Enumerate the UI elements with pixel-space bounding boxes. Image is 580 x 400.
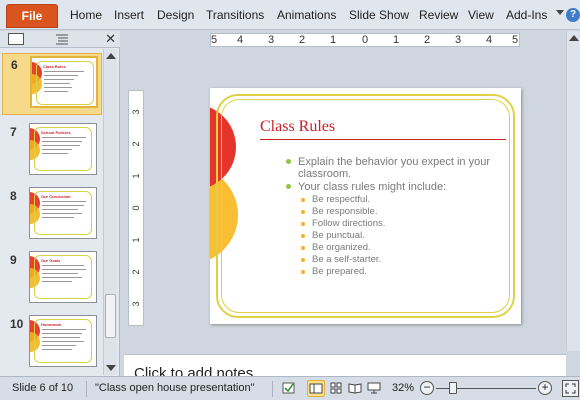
spell-check-icon[interactable] xyxy=(282,381,296,398)
outline-tab-icon[interactable] xyxy=(54,33,70,45)
sub-bullet-item: Be responsible. xyxy=(286,206,511,218)
ruler-label: 1 xyxy=(329,34,337,46)
ruler-label: 0 xyxy=(361,34,369,46)
ruler-label: 5 xyxy=(511,34,519,46)
ruler-label: 3 xyxy=(454,34,462,46)
notes-pane[interactable]: Click to add notes xyxy=(124,354,566,376)
tab-view[interactable]: View xyxy=(468,8,494,22)
slide-body[interactable]: Explain the behavior you expect in your … xyxy=(286,156,511,278)
status-divider xyxy=(86,381,87,397)
slide-sorter-icon[interactable] xyxy=(328,380,346,397)
sub-bullet-item: Follow directions. xyxy=(286,218,511,230)
tab-slide-show[interactable]: Slide Show xyxy=(349,8,409,22)
tab-design[interactable]: Design xyxy=(157,8,194,22)
thumbnail-title: Our Curriculum xyxy=(41,194,71,199)
tab-review[interactable]: Review xyxy=(419,8,458,22)
vertical-ruler: 3 2 1 0 1 2 3 xyxy=(128,90,144,326)
slide-counter: Slide 6 of 10 xyxy=(12,382,74,394)
thumbnail-title: School Policies xyxy=(41,130,71,135)
sub-bullet-item: Be respectful. xyxy=(286,194,511,206)
ribbon-collapse-icon[interactable] xyxy=(556,10,564,15)
zoom-out-button[interactable]: − xyxy=(420,381,434,395)
slide-thumbnail-8[interactable]: 8 Our Curriculum xyxy=(2,185,102,247)
horizontal-ruler: 5 4 3 2 1 0 1 2 3 4 5 xyxy=(210,33,520,47)
panel-tabs: ✕ xyxy=(0,31,120,48)
file-tab[interactable]: File xyxy=(6,4,58,28)
slides-tab-icon[interactable] xyxy=(8,33,24,45)
thumbnail-scrollbar[interactable] xyxy=(103,49,117,375)
close-icon[interactable]: ✕ xyxy=(105,31,116,47)
tab-add-ins[interactable]: Add-Ins xyxy=(506,8,547,22)
scroll-up-icon[interactable] xyxy=(569,35,579,41)
thumbnail-title: Homework xyxy=(41,322,62,327)
ruler-label: 2 xyxy=(131,269,141,275)
sub-bullet-item: Be punctual. xyxy=(286,230,511,242)
slide-show-icon[interactable] xyxy=(366,380,384,397)
tab-insert[interactable]: Insert xyxy=(114,8,144,22)
ruler-label: 1 xyxy=(131,173,141,179)
ruler-label: 4 xyxy=(485,34,493,46)
ruler-label: 2 xyxy=(423,34,431,46)
thumbnail-number: 8 xyxy=(10,189,17,203)
ruler-label: 2 xyxy=(298,34,306,46)
sub-bullet-item: Be a self-starter. xyxy=(286,254,511,266)
ruler-label: 2 xyxy=(131,141,141,147)
scroll-up-icon[interactable] xyxy=(106,53,116,59)
scroll-down-icon[interactable] xyxy=(106,365,116,371)
status-divider xyxy=(272,381,273,397)
bullet-item: Your class rules might include: xyxy=(286,181,511,193)
status-bar: Slide 6 of 10 "Class open house presenta… xyxy=(0,376,580,400)
thumbnail-number: 10 xyxy=(10,317,24,331)
normal-view-icon[interactable] xyxy=(307,380,325,397)
fit-to-window-icon[interactable] xyxy=(562,380,579,397)
tab-home[interactable]: Home xyxy=(70,8,102,22)
slides-panel: ✕ 6 Class Rules 7 School Policies 8 Our … xyxy=(0,31,120,376)
ribbon-tab-bar: File Home Insert Design Transitions Anim… xyxy=(0,0,580,30)
slide-thumbnail-10[interactable]: 10 Homework xyxy=(2,313,102,375)
zoom-level[interactable]: 32% xyxy=(392,382,414,394)
ruler-label: 3 xyxy=(131,301,141,307)
thumbnail-preview: Homework xyxy=(29,315,97,367)
bullet-item: Explain the behavior you expect in your … xyxy=(286,156,511,180)
slide-thumbnail-9[interactable]: 9 Our Goals xyxy=(2,249,102,311)
thumbnail-number: 9 xyxy=(10,253,17,267)
thumbnail-title: Class Rules xyxy=(43,64,66,69)
editor-scrollbar[interactable] xyxy=(566,31,580,351)
thumbnail-number: 6 xyxy=(11,58,18,72)
slide-canvas[interactable]: Class Rules Explain the behavior you exp… xyxy=(210,88,521,324)
ruler-label: 0 xyxy=(131,205,141,211)
sub-bullet-item: Be organized. xyxy=(286,242,511,254)
tab-animations[interactable]: Animations xyxy=(277,8,336,22)
ruler-label: 1 xyxy=(392,34,400,46)
sub-bullet-item: Be prepared. xyxy=(286,266,511,278)
ruler-label: 3 xyxy=(131,109,141,115)
notes-placeholder[interactable]: Click to add notes xyxy=(134,365,253,376)
thumbnail-title: Our Goals xyxy=(41,258,61,263)
slide-thumbnail-6[interactable]: 6 Class Rules xyxy=(2,53,102,115)
title-underline xyxy=(260,139,506,140)
tab-transitions[interactable]: Transitions xyxy=(206,8,264,22)
ruler-label: 4 xyxy=(236,34,244,46)
reading-view-icon[interactable] xyxy=(347,380,365,397)
scrollbar-thumb[interactable] xyxy=(105,294,116,338)
thumbnail-preview: Class Rules xyxy=(30,56,98,108)
theme-name[interactable]: "Class open house presentation" xyxy=(95,382,254,394)
thumbnail-preview: School Policies xyxy=(29,123,97,175)
zoom-in-button[interactable]: + xyxy=(538,381,552,395)
thumbnail-number: 7 xyxy=(10,125,17,139)
ruler-label: 5 xyxy=(210,34,218,46)
zoom-slider-handle[interactable] xyxy=(449,382,457,394)
thumbnail-preview: Our Curriculum xyxy=(29,187,97,239)
help-icon[interactable]: ? xyxy=(566,8,580,22)
thumbnail-preview: Our Goals xyxy=(29,251,97,303)
slide-thumbnail-7[interactable]: 7 School Policies xyxy=(2,121,102,183)
ruler-label: 3 xyxy=(267,34,275,46)
slide-title[interactable]: Class Rules xyxy=(260,118,335,136)
ruler-label: 1 xyxy=(131,237,141,243)
